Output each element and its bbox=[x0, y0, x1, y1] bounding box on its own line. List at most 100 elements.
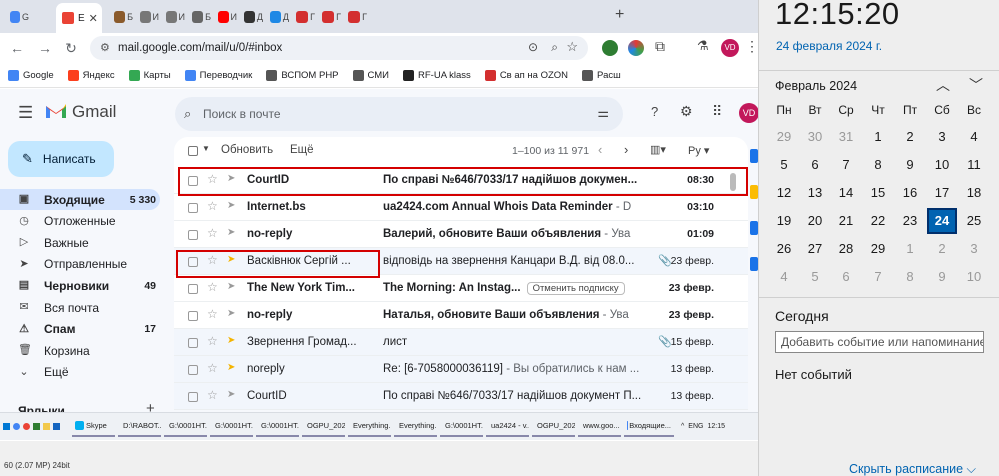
reload-icon[interactable]: ↻ bbox=[62, 39, 80, 57]
calendar-day[interactable]: 30 bbox=[800, 124, 830, 150]
compose-button[interactable]: ✎ Написать bbox=[8, 141, 114, 177]
input-tools-button[interactable]: Ру ▾ bbox=[688, 144, 709, 157]
calendar-day[interactable]: 29 bbox=[863, 236, 893, 262]
site-settings-icon[interactable]: ⚙ bbox=[100, 41, 110, 54]
calendar-day[interactable]: 21 bbox=[831, 208, 861, 234]
browser-tab-8[interactable]: Г bbox=[296, 6, 315, 28]
browser-tab-7[interactable]: Д bbox=[270, 6, 289, 28]
importance-marker-icon[interactable]: ➤ bbox=[227, 335, 235, 346]
email-row[interactable]: ☆ ➤ CourtID По справі №646/7033/17 надійшов… bbox=[174, 167, 748, 194]
hide-schedule-link[interactable]: Скрыть расписание ⌵ bbox=[849, 462, 976, 476]
next-month-icon[interactable]: ﹀ bbox=[969, 75, 983, 95]
email-row[interactable]: ☆ ➤ Васківнюк Сергій ... відповідь на зверн… bbox=[174, 248, 748, 275]
importance-marker-icon[interactable]: ➤ bbox=[227, 173, 235, 184]
settings-gear-icon[interactable]: ⚙ bbox=[680, 103, 693, 120]
calendar-day[interactable]: 23 bbox=[895, 208, 925, 234]
search-lens-icon[interactable]: ⊙ bbox=[528, 40, 538, 54]
browser-tab-6[interactable]: Д bbox=[244, 6, 263, 28]
importance-marker-icon[interactable]: ➤ bbox=[227, 389, 235, 400]
browser-tab-3[interactable]: И bbox=[166, 6, 185, 28]
importance-marker-icon[interactable]: ➤ bbox=[227, 227, 235, 238]
select-all-checkbox[interactable] bbox=[188, 146, 198, 156]
nav-item[interactable]: ▣ Входящие 5 330 bbox=[0, 189, 160, 210]
add-event-input[interactable]: Добавить событие или напоминание bbox=[775, 331, 984, 353]
main-menu-icon[interactable]: ☰ bbox=[18, 103, 33, 123]
puzzle-extensions-icon[interactable]: ⧉ bbox=[655, 38, 665, 55]
search-icon[interactable]: ⌕ bbox=[184, 106, 191, 122]
bookmark-item[interactable]: ВСПОМ РНР bbox=[266, 69, 339, 81]
calendar-day[interactable]: 2 bbox=[895, 124, 925, 150]
clock-date[interactable]: 24 февраля 2024 г. bbox=[776, 39, 882, 53]
nav-item[interactable]: ⚠ Спам 17 bbox=[0, 319, 160, 340]
forward-icon[interactable]: → bbox=[36, 39, 54, 57]
tray-lang[interactable]: ENG bbox=[688, 423, 703, 430]
prev-month-icon[interactable]: ︿ bbox=[936, 75, 950, 95]
prev-page-icon[interactable]: ‹ bbox=[598, 142, 602, 157]
calendar-day[interactable]: 20 bbox=[800, 208, 830, 234]
row-checkbox[interactable] bbox=[188, 284, 198, 294]
chrome-extension-icon[interactable] bbox=[628, 40, 644, 56]
bookmark-item[interactable]: RF-UA klass bbox=[403, 69, 471, 81]
calendar-day[interactable]: 29 bbox=[769, 124, 799, 150]
new-tab-button[interactable]: + bbox=[615, 6, 624, 24]
calendar-day[interactable]: 1 bbox=[895, 236, 925, 262]
nav-item[interactable]: ▷ Важные bbox=[0, 232, 160, 253]
nav-item[interactable]: ✉ Вся почта bbox=[0, 297, 160, 318]
split-pane-icon[interactable]: ▥▾ bbox=[650, 143, 666, 156]
nav-item[interactable]: ▤ Черновики 49 bbox=[0, 275, 160, 296]
row-checkbox[interactable] bbox=[188, 176, 198, 186]
calendar-day[interactable]: 9 bbox=[895, 152, 925, 178]
back-icon[interactable]: ← bbox=[8, 39, 26, 57]
star-icon[interactable]: ☆ bbox=[207, 334, 218, 348]
nav-item[interactable]: ⌄ Ещё bbox=[0, 362, 160, 383]
calendar-day[interactable]: 7 bbox=[831, 152, 861, 178]
browser-tab-4[interactable]: Б bbox=[192, 6, 211, 28]
taskbar-app-icon[interactable] bbox=[33, 423, 40, 430]
labs-icon[interactable]: ⚗ bbox=[697, 38, 709, 54]
star-icon[interactable]: ☆ bbox=[207, 172, 218, 186]
calendar-day[interactable]: 17 bbox=[927, 180, 957, 206]
calendar-day[interactable]: 5 bbox=[800, 264, 830, 290]
email-row[interactable]: ☆ ➤ The New York Tim... The Morning: An Ins… bbox=[174, 275, 748, 302]
nav-item[interactable]: ➤ Отправленные bbox=[0, 254, 160, 275]
search-options-icon[interactable]: ⚌ bbox=[597, 105, 609, 121]
calendar-day[interactable]: 18 bbox=[959, 180, 989, 206]
next-page-icon[interactable]: › bbox=[624, 142, 628, 157]
zoom-icon[interactable]: ⌕ bbox=[551, 40, 558, 55]
calendar-day[interactable]: 3 bbox=[927, 124, 957, 150]
calendar-day[interactable]: 6 bbox=[800, 152, 830, 178]
row-checkbox[interactable] bbox=[188, 365, 198, 375]
calendar-day-today[interactable]: 24 bbox=[927, 208, 957, 234]
more-actions-button[interactable]: Ещё bbox=[290, 144, 314, 156]
taskbar-window-button[interactable]: G:\0001HT... bbox=[440, 417, 483, 437]
profile-avatar[interactable]: VD bbox=[721, 39, 739, 57]
star-icon[interactable]: ☆ bbox=[207, 280, 218, 294]
list-scrollbar[interactable] bbox=[730, 173, 736, 191]
calendar-day[interactable]: 12 bbox=[769, 180, 799, 206]
bookmark-item[interactable]: Google bbox=[8, 69, 54, 81]
email-row[interactable]: ☆ ➤ no-reply Валерий, обновите Ваши объявле… bbox=[174, 221, 748, 248]
nav-item[interactable]: ◷ Отложенные bbox=[0, 211, 160, 232]
calendar-day[interactable]: 22 bbox=[863, 208, 893, 234]
browser-tab-2[interactable]: И bbox=[140, 6, 159, 28]
calendar-day[interactable]: 28 bbox=[831, 236, 861, 262]
row-checkbox[interactable] bbox=[188, 257, 198, 267]
browser-tab-9[interactable]: Г bbox=[322, 6, 341, 28]
browser-menu-icon[interactable]: ⋮ bbox=[745, 38, 759, 55]
star-icon[interactable]: ☆ bbox=[207, 253, 218, 267]
extension-icon[interactable] bbox=[602, 40, 618, 56]
bookmark-star-icon[interactable]: ☆ bbox=[566, 39, 578, 55]
refresh-button[interactable]: Обновить bbox=[221, 144, 273, 156]
side-panel-keep-icon[interactable] bbox=[750, 185, 758, 199]
account-avatar[interactable]: VD bbox=[739, 103, 759, 123]
taskbar-window-button[interactable]: OGPU_202... bbox=[532, 417, 575, 437]
bookmark-item[interactable]: Переводчик bbox=[184, 69, 252, 81]
calendar-day[interactable]: 14 bbox=[831, 180, 861, 206]
calendar-day[interactable]: 19 bbox=[769, 208, 799, 234]
windows-start-icon[interactable] bbox=[3, 423, 10, 430]
importance-marker-icon[interactable]: ➤ bbox=[227, 254, 235, 265]
calendar-day[interactable]: 11 bbox=[959, 152, 989, 178]
email-row[interactable]: ☆ ➤ no-reply Наталья, обновите Ваши объявле… bbox=[174, 302, 748, 329]
calendar-day[interactable]: 27 bbox=[800, 236, 830, 262]
importance-marker-icon[interactable]: ➤ bbox=[227, 281, 235, 292]
